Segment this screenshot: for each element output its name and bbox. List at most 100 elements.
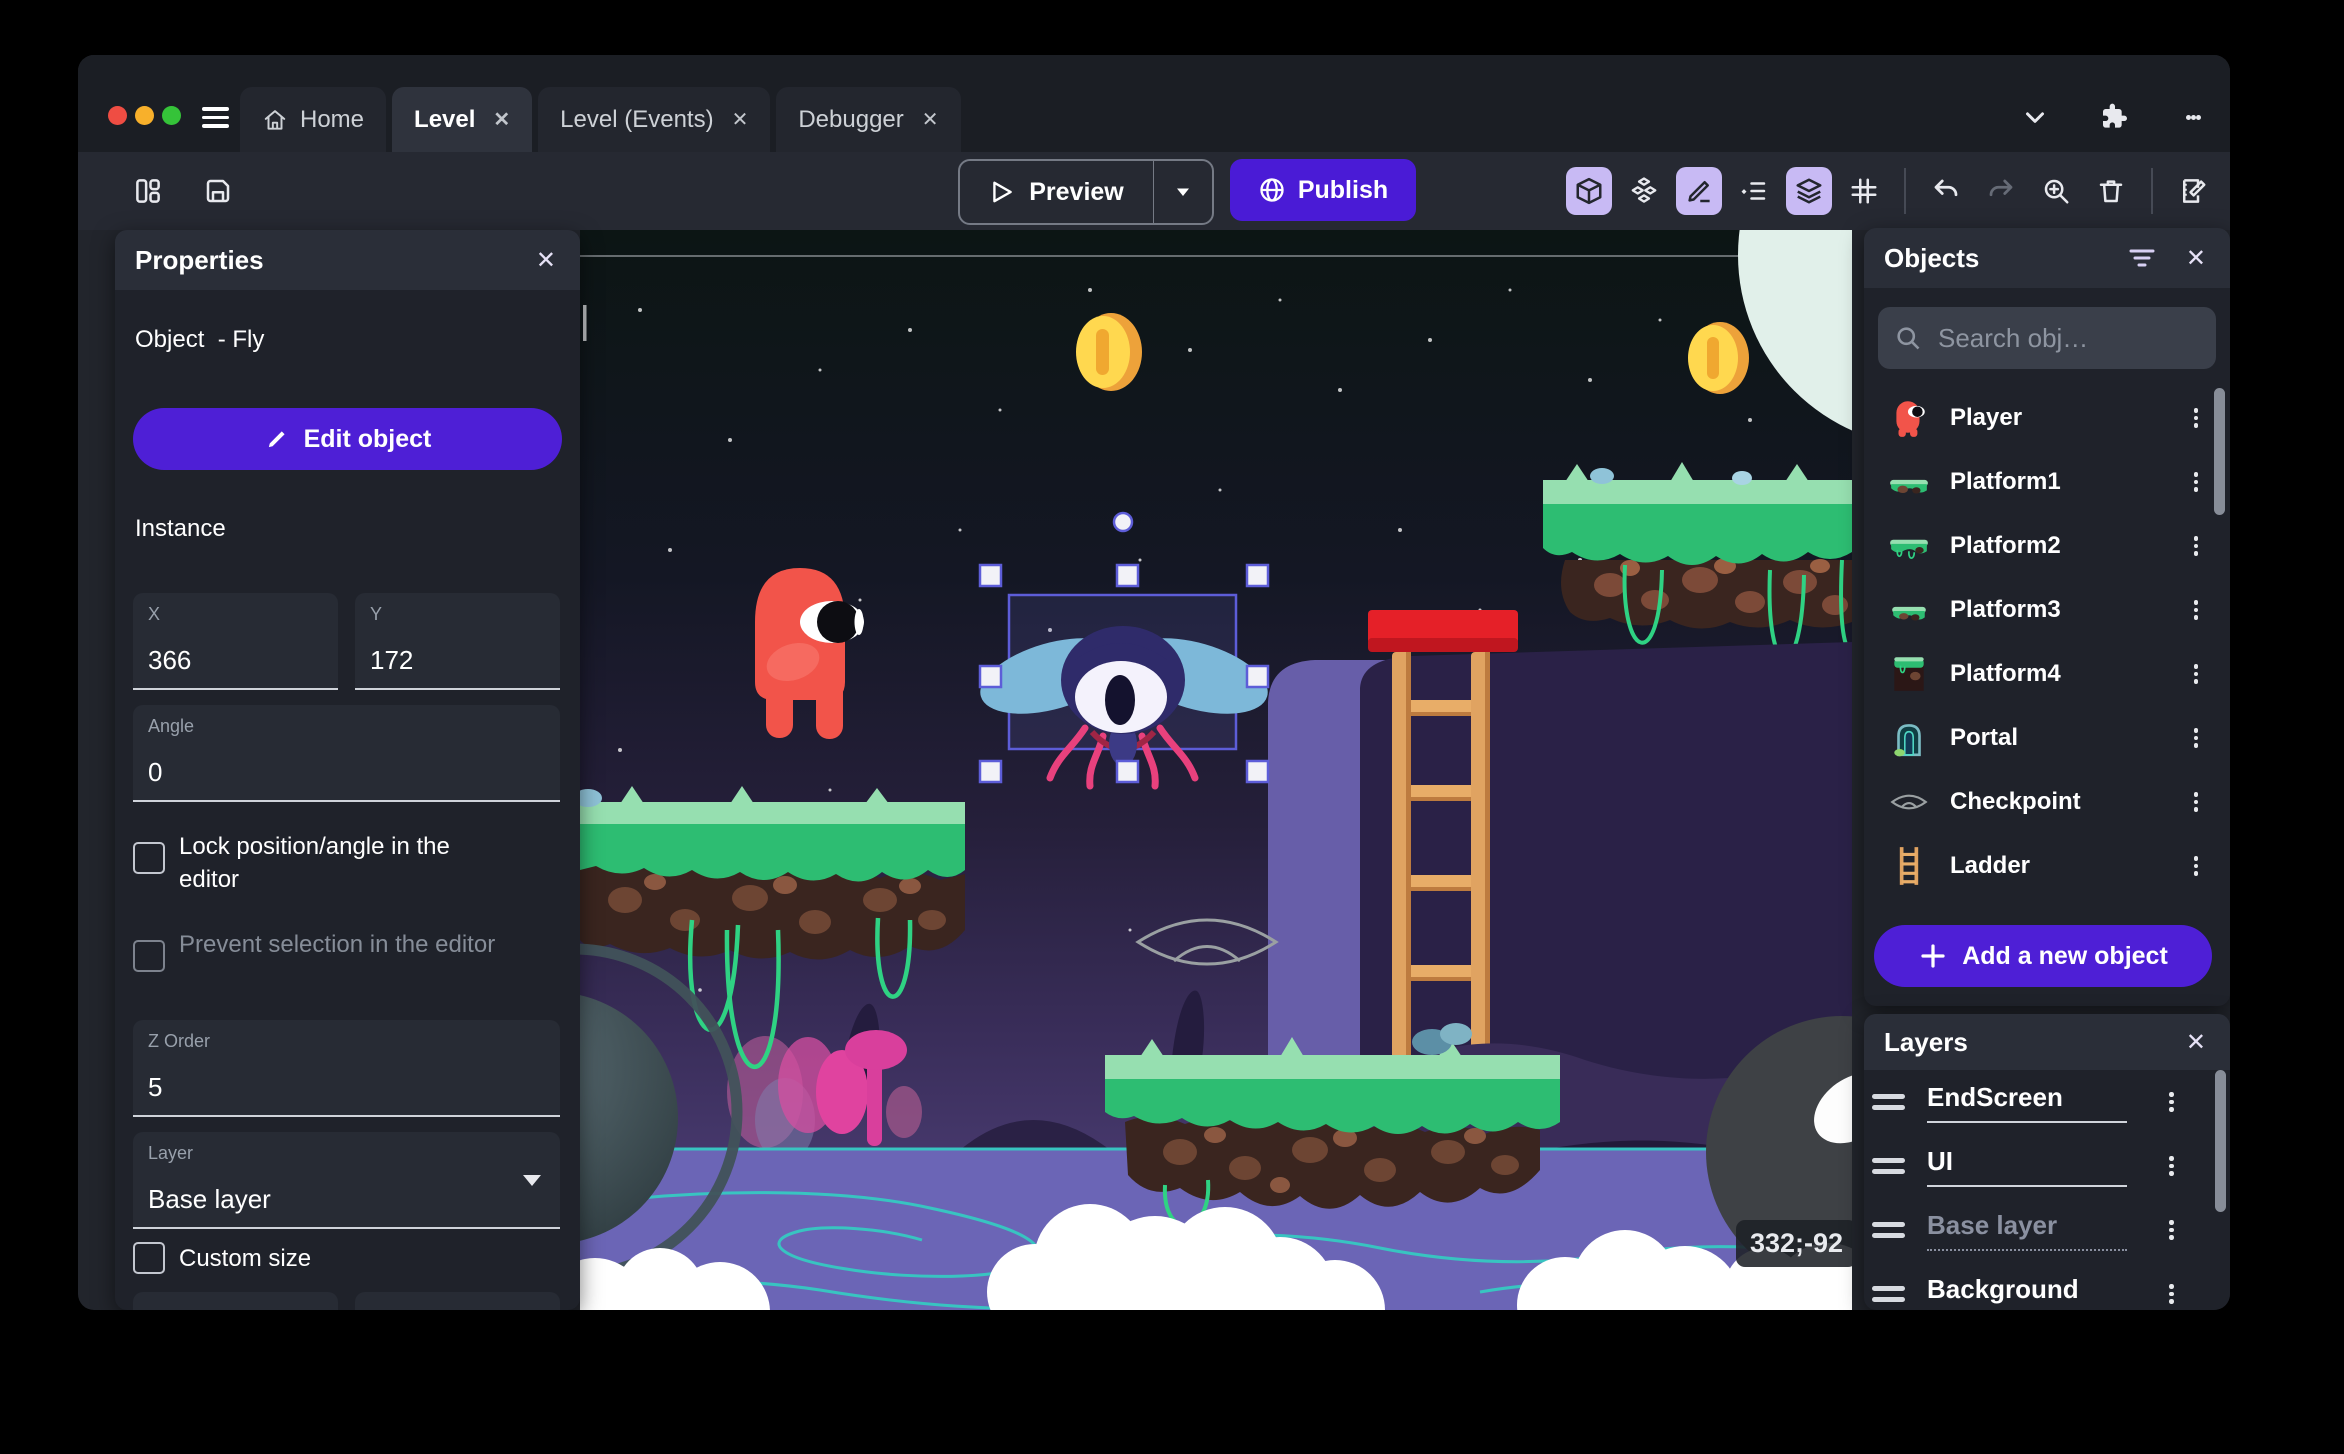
zoom-in-icon[interactable]: [2033, 167, 2079, 215]
object-row-platform1[interactable]: Platform1: [1864, 450, 2230, 514]
window-zoom-button[interactable]: [162, 106, 181, 125]
custom-size-checkbox[interactable]: [133, 1242, 165, 1274]
objects-panel-header: Objects ✕: [1864, 228, 2230, 288]
object-row-platform2[interactable]: Platform2: [1864, 514, 2230, 578]
chevron-down-icon[interactable]: [520, 1170, 544, 1190]
tab-close-icon[interactable]: ✕: [922, 107, 939, 132]
prevent-selection-checkbox[interactable]: [133, 940, 165, 972]
tab-level[interactable]: Level ✕: [392, 87, 533, 152]
drag-handle-icon[interactable]: [1872, 1280, 1905, 1308]
layer-select[interactable]: Layer Base layer: [133, 1132, 560, 1229]
y-field-value[interactable]: 172: [370, 645, 413, 676]
object-row-player[interactable]: Player: [1864, 386, 2230, 450]
y-field[interactable]: Y 172: [355, 593, 560, 690]
add-object-label: Add a new object: [1962, 941, 2168, 970]
save-icon[interactable]: [195, 167, 241, 215]
layer-row-menu-icon[interactable]: [2169, 1089, 2174, 1115]
preview-dropdown-caret[interactable]: [1153, 161, 1212, 223]
object-row-menu-icon[interactable]: [2193, 661, 2198, 687]
properties-panel-header: Properties ✕: [115, 230, 580, 290]
undo-icon[interactable]: [1923, 167, 1969, 215]
scene-canvas[interactable]: 332;-92: [580, 230, 1852, 1310]
extensions-puzzle-icon[interactable]: [2093, 95, 2137, 139]
play-icon: [993, 181, 1013, 203]
publish-button[interactable]: Publish: [1230, 159, 1416, 221]
preview-button-main[interactable]: Preview: [960, 161, 1153, 223]
search-box[interactable]: [1878, 307, 2216, 369]
more-menu-icon[interactable]: [2171, 95, 2215, 139]
tab-close-icon[interactable]: ✕: [493, 107, 510, 132]
object-row-menu-icon[interactable]: [2193, 725, 2198, 751]
properties-panel-toggle-icon[interactable]: [1676, 167, 1722, 215]
objects-scrollbar[interactable]: [2214, 388, 2225, 515]
layer-row-endscreen[interactable]: EndScreen: [1864, 1070, 2230, 1134]
x-field[interactable]: X 366: [133, 593, 338, 690]
panels-layout-icon[interactable]: [125, 167, 171, 215]
angle-field[interactable]: Angle 0: [133, 705, 560, 802]
object-row-menu-icon[interactable]: [2193, 469, 2198, 495]
z-order-field-label: Z Order: [148, 1031, 211, 1051]
object-row-menu-icon[interactable]: [2193, 789, 2198, 815]
z-order-field-value[interactable]: 5: [148, 1072, 162, 1103]
height-field-stub[interactable]: [355, 1292, 560, 1310]
object-row-platform4[interactable]: Platform4: [1864, 642, 2230, 706]
layer-row-ui[interactable]: UI: [1864, 1134, 2230, 1198]
collapse-chevron-icon[interactable]: [2013, 95, 2057, 139]
layers-panel-toggle-icon[interactable]: [1786, 167, 1832, 215]
x-field-value[interactable]: 366: [148, 645, 191, 676]
tab-home[interactable]: Home: [240, 87, 387, 152]
window-close-button[interactable]: [108, 106, 127, 125]
layer-select-value[interactable]: Base layer: [148, 1184, 271, 1215]
edit-object-button[interactable]: Edit object: [133, 408, 562, 470]
object-row-menu-icon[interactable]: [2193, 597, 2198, 623]
close-icon[interactable]: ✕: [532, 242, 560, 279]
objects-panel-toggle-icon[interactable]: [1566, 167, 1612, 215]
angle-field-value[interactable]: 0: [148, 757, 162, 788]
delete-trash-icon[interactable]: [2088, 167, 2134, 215]
layer-row-base-layer[interactable]: Base layer: [1864, 1198, 2230, 1262]
width-field-stub[interactable]: [133, 1292, 338, 1310]
object-row-ladder[interactable]: Ladder: [1864, 834, 2230, 898]
object-groups-icon[interactable]: [1621, 167, 1667, 215]
caret-down-icon: [1177, 188, 1189, 196]
layer-name[interactable]: EndScreen: [1927, 1082, 2127, 1123]
coin-instance-2[interactable]: [1688, 322, 1749, 394]
z-order-field[interactable]: Z Order 5: [133, 1020, 560, 1117]
object-row-menu-icon[interactable]: [2193, 405, 2198, 431]
redo-icon[interactable]: [1978, 167, 2024, 215]
main-menu-icon[interactable]: [202, 102, 229, 133]
search-input[interactable]: [1936, 321, 2170, 355]
editor-toolbar-icons: [1566, 167, 2216, 215]
add-object-button[interactable]: Add a new object: [1874, 925, 2212, 987]
instances-list-icon[interactable]: [1731, 167, 1777, 215]
layer-row-menu-icon[interactable]: [2169, 1153, 2174, 1179]
filter-icon[interactable]: [2128, 246, 2156, 270]
object-row-checkpoint[interactable]: Checkpoint: [1864, 770, 2230, 834]
layer-row-background[interactable]: Background: [1864, 1262, 2230, 1310]
layer-name[interactable]: UI: [1927, 1146, 2127, 1187]
drag-handle-icon[interactable]: [1872, 1216, 1905, 1244]
tab-debugger[interactable]: Debugger ✕: [776, 87, 961, 152]
coin-instance-1[interactable]: [1076, 313, 1142, 391]
close-icon[interactable]: ✕: [2182, 240, 2210, 277]
layer-name[interactable]: Background: [1927, 1274, 2127, 1311]
layer-row-menu-icon[interactable]: [2169, 1281, 2174, 1307]
lock-position-checkbox[interactable]: [133, 842, 165, 874]
layer-row-menu-icon[interactable]: [2169, 1217, 2174, 1243]
layer-name[interactable]: Base layer: [1927, 1210, 2127, 1251]
grid-icon[interactable]: [1841, 167, 1887, 215]
tab-level-events[interactable]: Level (Events) ✕: [538, 87, 771, 152]
drag-handle-icon[interactable]: [1872, 1088, 1905, 1116]
layers-scrollbar[interactable]: [2215, 1070, 2226, 1212]
object-row-menu-icon[interactable]: [2193, 533, 2198, 559]
layers-title: Layers: [1884, 1026, 1968, 1057]
preview-button[interactable]: Preview: [958, 159, 1214, 225]
object-row-menu-icon[interactable]: [2193, 853, 2198, 879]
object-row-platform3[interactable]: Platform3: [1864, 578, 2230, 642]
window-minimize-button[interactable]: [135, 106, 154, 125]
edit-scene-properties-icon[interactable]: [2170, 167, 2216, 215]
close-icon[interactable]: ✕: [2182, 1024, 2210, 1061]
object-row-portal[interactable]: Portal: [1864, 706, 2230, 770]
drag-handle-icon[interactable]: [1872, 1152, 1905, 1180]
tab-close-icon[interactable]: ✕: [732, 107, 749, 132]
